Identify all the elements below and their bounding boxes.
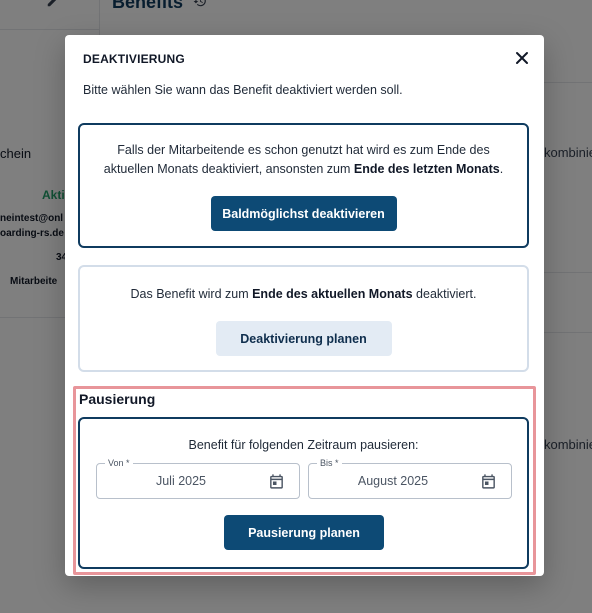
plan-deactivation-button[interactable]: Deaktivierung planen [215, 321, 392, 356]
deactivation-dialog: DEAKTIVIERUNG Bitte wählen Sie wann das … [65, 35, 544, 576]
calendar-icon[interactable] [268, 473, 285, 490]
pause-to-value: August 2025 [357, 474, 429, 488]
option-asap-description: Falls der Mitarbeitende es schon genutzt… [103, 143, 504, 176]
pause-card: Benefit für folgenden Zeitraum pausieren… [78, 417, 529, 569]
dialog-title: DEAKTIVIERUNG [83, 52, 185, 66]
close-icon [516, 52, 528, 64]
pause-to-field[interactable]: Bis * August 2025 [308, 458, 512, 499]
pause-section-title: Pausierung [79, 391, 156, 407]
plan-pause-button[interactable]: Pausierung planen [224, 515, 384, 550]
pause-from-field[interactable]: Von * Juli 2025 [96, 458, 300, 499]
pause-from-value: Juli 2025 [155, 474, 207, 488]
pause-to-label: Bis * [317, 458, 342, 469]
pause-description: Benefit für folgenden Zeitraum pausieren… [188, 438, 419, 452]
calendar-icon[interactable] [480, 473, 497, 490]
deactivate-asap-button[interactable]: Baldmöglichst deaktivieren [210, 196, 397, 231]
option-deactivate-asap: Falls der Mitarbeitende es schon genutzt… [78, 123, 529, 248]
dialog-subtitle: Bitte wählen Sie wann das Benefit deakti… [83, 83, 403, 97]
option-plan-description: Das Benefit wird zum Ende des aktuellen … [130, 287, 477, 301]
pause-from-label: Von * [105, 458, 133, 469]
option-plan-deactivation: Das Benefit wird zum Ende des aktuellen … [78, 265, 529, 372]
close-button[interactable] [512, 48, 532, 68]
